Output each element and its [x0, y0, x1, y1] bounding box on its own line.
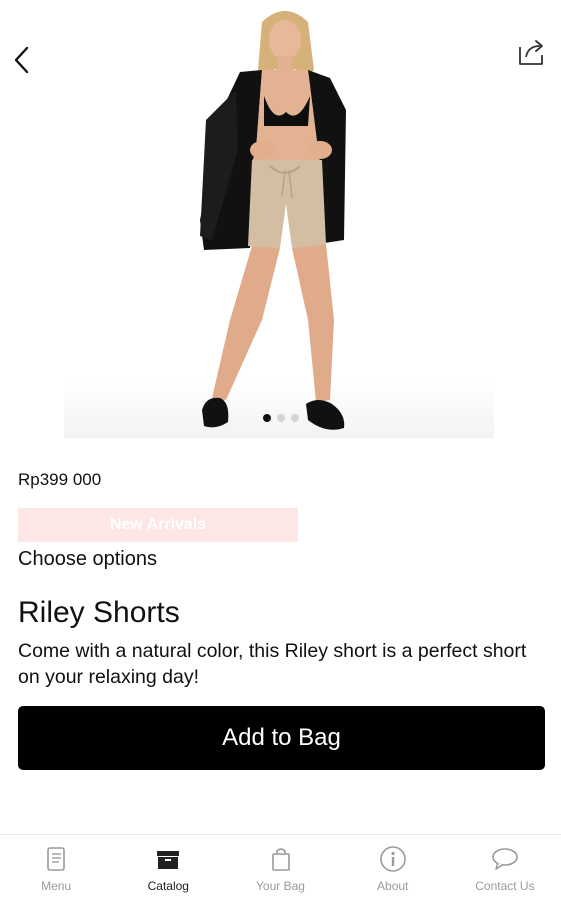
nav-label-contact-us: Contact Us — [475, 879, 535, 893]
carousel-dot-3[interactable] — [290, 414, 299, 422]
nav-label-about: About — [377, 879, 409, 893]
chat-bubble-icon — [491, 845, 519, 873]
carousel-indicator[interactable] — [0, 414, 561, 422]
choose-options-link[interactable]: Choose options — [18, 548, 157, 571]
menu-book-icon — [42, 845, 70, 873]
share-icon — [519, 40, 543, 65]
catalog-box-icon — [154, 845, 182, 873]
product-description: Come with a natural color, this Riley sh… — [18, 640, 527, 688]
nav-item-about[interactable]: About — [337, 835, 449, 900]
carousel-dot-1[interactable] — [262, 414, 271, 422]
nav-label-menu: Menu — [41, 879, 72, 893]
add-to-bag-button[interactable]: Add to Bag — [18, 706, 545, 770]
product-price: Rp399 000 — [18, 470, 102, 489]
nav-item-menu[interactable]: Menu — [0, 835, 112, 900]
chevron-left-icon — [14, 46, 29, 74]
new-arrivals-badge: New Arrivals — [18, 508, 298, 542]
nav-item-catalog[interactable]: Catalog — [112, 835, 224, 900]
product-photo — [200, 11, 346, 430]
product-image-gallery[interactable] — [0, 0, 561, 440]
bottom-navigation: Menu Catalog Your Bag About Contact Us — [0, 834, 561, 900]
nav-label-your-bag: Your Bag — [256, 879, 305, 893]
shopping-bag-icon — [267, 845, 295, 873]
product-detail-screen: Rp399 000 New Arrivals Choose options Ri… — [0, 0, 561, 900]
share-button[interactable] — [515, 36, 547, 68]
back-button[interactable] — [8, 42, 36, 78]
nav-label-catalog: Catalog — [147, 879, 189, 893]
info-icon — [379, 845, 407, 873]
nav-item-your-bag[interactable]: Your Bag — [224, 835, 336, 900]
carousel-dot-2[interactable] — [276, 414, 285, 422]
product-title: Riley Shorts — [18, 596, 180, 629]
nav-item-contact-us[interactable]: Contact Us — [449, 835, 561, 900]
